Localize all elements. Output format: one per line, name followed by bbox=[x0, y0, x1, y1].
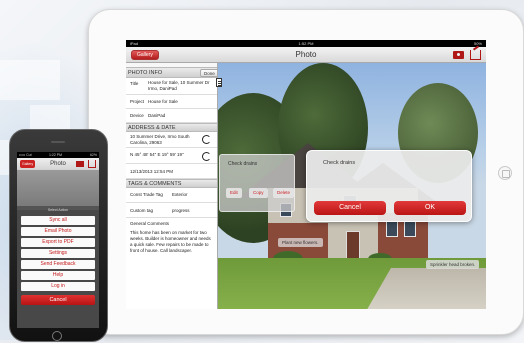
iphone-photo-preview bbox=[17, 170, 99, 210]
help-button[interactable]: Help bbox=[21, 271, 95, 280]
status-bar: iPad 1:52 PM 50% bbox=[126, 40, 486, 47]
dialog-ok-button[interactable]: OK bbox=[394, 201, 466, 215]
const-tag-value: Exterior bbox=[172, 192, 188, 197]
gallery-back-button[interactable]: Gallery bbox=[131, 50, 159, 60]
address-row[interactable]: 10 Summer Drive, Irmo South Carolina, 29… bbox=[126, 132, 217, 148]
const-tag-label: Const Trade Tag bbox=[130, 192, 163, 197]
export-pdf-button[interactable]: Export to PDF bbox=[21, 238, 95, 247]
note-text: Check drains bbox=[228, 161, 258, 167]
title-row[interactable]: Title House for Sale, 10 Summer Dr Irmo,… bbox=[126, 78, 217, 95]
dialog-cancel-button[interactable]: Cancel bbox=[314, 201, 386, 215]
background-tile bbox=[0, 60, 60, 100]
page-title: Photo bbox=[295, 50, 317, 59]
comments-row[interactable]: General Comments This home has been on m… bbox=[126, 218, 217, 309]
date-row[interactable]: 12/13/2013 12:54 PM bbox=[126, 164, 217, 179]
menu-line bbox=[218, 81, 221, 82]
delete-button[interactable]: Delete bbox=[273, 188, 295, 198]
login-button[interactable]: Log in bbox=[21, 282, 95, 291]
device-label: Device bbox=[130, 113, 144, 118]
address-header: ADDRESS & DATE bbox=[126, 123, 217, 132]
project-value: House for Sale bbox=[148, 99, 178, 104]
title-value: House for Sale, 10 Summer Dr Irmo, DaniP… bbox=[148, 80, 210, 91]
device-value: DaniPad bbox=[148, 113, 166, 118]
note-box[interactable]: Check drains bbox=[219, 154, 295, 212]
custom-tag-value: progress bbox=[172, 208, 190, 213]
iphone-camera-icon[interactable] bbox=[76, 161, 84, 167]
ipad-home-button[interactable] bbox=[498, 166, 512, 180]
action-sheet-title: Select Action bbox=[47, 208, 69, 212]
iphone-gallery-button[interactable]: Gallery bbox=[20, 160, 36, 168]
const-tag-row[interactable]: Const Trade Tag Exterior bbox=[126, 188, 217, 203]
share-icon[interactable] bbox=[470, 50, 481, 60]
iphone-speaker bbox=[51, 141, 65, 143]
iphone-home-button[interactable] bbox=[52, 331, 62, 341]
iphone-share-icon[interactable] bbox=[88, 160, 96, 168]
project-label: Project bbox=[130, 99, 145, 104]
refresh-address-icon[interactable] bbox=[202, 135, 211, 144]
coords-row[interactable]: N 45° 48' 54" E 19° 59' 19" bbox=[126, 148, 217, 164]
title-label: Title bbox=[130, 81, 139, 86]
iphone-nav-bar: Photo Gallery bbox=[17, 158, 99, 170]
note-dialog: Check drains Cancel OK bbox=[306, 150, 472, 222]
email-photo-button[interactable]: Email Photo bbox=[21, 227, 95, 236]
done-button[interactable]: Done bbox=[200, 69, 217, 77]
custom-tag-label: Custom tag bbox=[130, 208, 154, 213]
comments-label: General Comments bbox=[130, 221, 170, 226]
window bbox=[386, 221, 398, 237]
menu-line bbox=[218, 85, 221, 86]
device-row[interactable]: Device DaniPad bbox=[126, 109, 217, 123]
coords-value: N 45° 48' 54" E 19° 59' 19" bbox=[130, 152, 184, 157]
project-row[interactable]: Project House for Sale bbox=[126, 95, 217, 109]
camera-icon[interactable] bbox=[453, 51, 464, 59]
sync-all-button[interactable]: Sync all bbox=[21, 216, 95, 225]
tags-header: TAGS & COMMENTS bbox=[126, 179, 217, 188]
comments-value: This home has been on market for two wee… bbox=[130, 230, 211, 253]
menu-line bbox=[218, 83, 221, 84]
action-sheet: Select Action Sync all Email Photo Expor… bbox=[17, 206, 99, 328]
nav-bar: Photo Gallery bbox=[126, 47, 486, 63]
annotation-sprinkler[interactable]: Sprinkler head broken. bbox=[426, 260, 480, 269]
iphone-screen: ••••• Cut 1:22 PM 62% Photo Gallery Sele… bbox=[17, 152, 99, 328]
sheet-cancel-button[interactable]: Cancel bbox=[21, 295, 95, 305]
send-feedback-button[interactable]: Send Feedback bbox=[21, 260, 95, 269]
date-value: 12/13/2013 12:54 PM bbox=[130, 169, 174, 174]
refresh-coords-icon[interactable] bbox=[202, 152, 211, 161]
annotation-plant[interactable]: Plant new flowers. bbox=[278, 238, 323, 247]
window bbox=[404, 221, 416, 237]
photo-info-header: PHOTO INFO Done bbox=[126, 67, 217, 78]
custom-tag-row[interactable]: Custom tag progress bbox=[126, 203, 217, 218]
front-door bbox=[346, 231, 360, 259]
status-time: 1:52 PM bbox=[298, 41, 314, 46]
photo-info-title: PHOTO INFO bbox=[128, 70, 163, 76]
menu-handle-icon[interactable] bbox=[216, 78, 222, 87]
settings-button[interactable]: Settings bbox=[21, 249, 95, 258]
dialog-text: Check drains bbox=[323, 160, 356, 166]
edit-button[interactable]: Edit bbox=[226, 188, 242, 198]
info-panel: PHOTO INFO Done Title House for Sale, 10… bbox=[126, 63, 218, 309]
address-value: 10 Summer Drive, Irmo South Carolina, 29… bbox=[130, 134, 190, 145]
copy-button[interactable]: Copy bbox=[249, 188, 268, 198]
